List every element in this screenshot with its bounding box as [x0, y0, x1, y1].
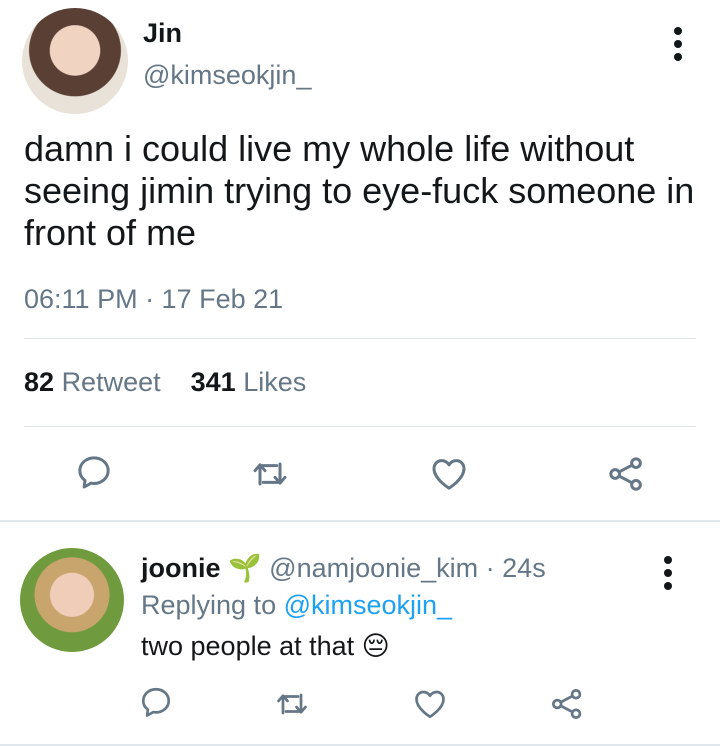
pensive-emoji: 😔	[361, 631, 390, 661]
more-options-icon[interactable]	[672, 27, 684, 61]
likes-count: 341	[190, 367, 236, 397]
reply-text: two people at that 😔	[141, 631, 390, 662]
replying-to: Replying to @kimseokjin_	[141, 590, 452, 621]
tweet-timestamp[interactable]: 06:11 PM · 17 Feb 21	[24, 284, 283, 315]
retweet-icon[interactable]	[250, 454, 290, 494]
replying-prefix: Replying to	[141, 590, 277, 620]
reply-author-handle[interactable]: @namjoonie_kim	[269, 553, 478, 583]
reply-author-name[interactable]: joonie	[141, 553, 221, 583]
reply-author-avatar[interactable]	[20, 548, 124, 652]
author-avatar[interactable]	[22, 8, 128, 114]
author-name[interactable]: Jin	[143, 18, 182, 49]
retweet-icon[interactable]	[274, 686, 310, 722]
reply-text-body: two people at that	[141, 631, 355, 661]
reply-icon[interactable]	[138, 684, 174, 720]
reply-more-options-icon[interactable]	[662, 556, 674, 590]
divider	[24, 426, 696, 427]
like-icon[interactable]	[412, 686, 448, 722]
replying-to-link[interactable]: @kimseokjin_	[284, 590, 452, 620]
likes-label: Likes	[243, 367, 307, 397]
divider	[24, 338, 696, 339]
retweet-label: Retweet	[61, 367, 161, 397]
retweet-count-link[interactable]: 82 Retweet	[24, 367, 161, 397]
share-icon[interactable]	[549, 686, 585, 722]
reply-age: · 24s	[485, 553, 546, 583]
like-icon[interactable]	[429, 454, 469, 494]
section-divider	[0, 520, 720, 522]
tweet-stats: 82 Retweet 341 Likes	[24, 367, 306, 398]
tweet-text: damn i could live my whole life without …	[24, 128, 695, 253]
seedling-emoji: 🌱	[228, 553, 262, 583]
reply-header: joonie 🌱 @namjoonie_kim · 24s	[141, 552, 546, 584]
likes-count-link[interactable]: 341 Likes	[191, 367, 307, 397]
retweet-count: 82	[24, 367, 55, 397]
author-handle[interactable]: @kimseokjin_	[143, 60, 311, 91]
share-icon[interactable]	[606, 454, 646, 494]
reply-icon[interactable]	[74, 452, 114, 492]
